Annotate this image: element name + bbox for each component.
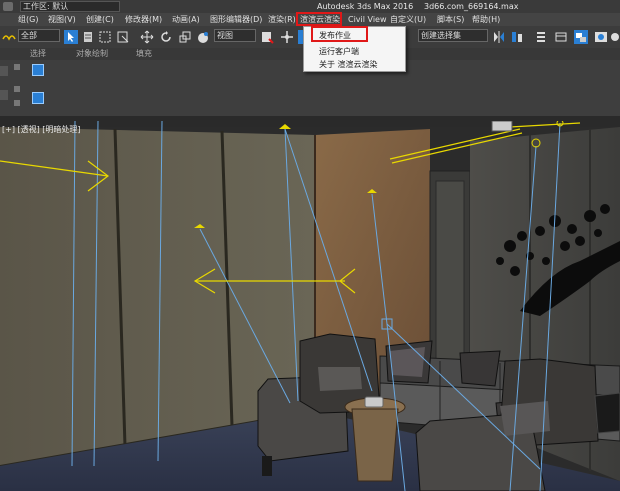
ribbon-dropdown-arrow-icon[interactable] xyxy=(14,86,20,92)
ribbon-toggle-icon[interactable] xyxy=(32,92,44,104)
dropdown-highlight-box xyxy=(311,26,368,42)
menu-help[interactable]: 帮助(H) xyxy=(472,13,500,26)
align-icon[interactable] xyxy=(510,30,524,44)
app-title: Autodesk 3ds Max 2016 xyxy=(317,2,414,11)
app-menu-icon[interactable] xyxy=(3,2,13,11)
material-editor-icon[interactable] xyxy=(594,30,608,44)
menu-item-about[interactable]: 关于 渲渲云渲染 xyxy=(319,60,378,70)
select-by-name-icon[interactable] xyxy=(82,30,96,44)
menu-modifiers[interactable]: 修改器(M) xyxy=(125,13,162,26)
menu-graph-editors[interactable]: 图形编辑器(D) xyxy=(210,13,262,26)
menu-civil-view[interactable]: Civil View xyxy=(348,13,387,26)
workspace-label: 工作区: 默认 xyxy=(23,2,69,11)
reference-coordinate-dropdown[interactable]: 视图 xyxy=(214,29,256,42)
rotate-icon[interactable] xyxy=(159,30,173,44)
camera-icon xyxy=(491,121,513,132)
scale-icon[interactable] xyxy=(178,30,192,44)
ribbon-small-button[interactable] xyxy=(0,66,8,76)
named-selection-value: 创建选择集 xyxy=(421,31,461,40)
schematic-view-icon[interactable] xyxy=(574,30,588,44)
menu-animation[interactable]: 动画(A) xyxy=(172,13,200,26)
reference-coordinate-value: 视图 xyxy=(217,31,233,40)
ribbon-label-selection[interactable]: 选择 xyxy=(30,49,46,59)
menu-rendering[interactable]: 渲染(R) xyxy=(268,13,296,26)
menu-scripting[interactable]: 脚本(S) xyxy=(437,13,464,26)
select-object-icon[interactable] xyxy=(64,30,78,44)
ribbon-label-populate[interactable]: 填充 xyxy=(136,49,152,59)
ribbon-label-object-paint[interactable]: 对象绘制 xyxy=(76,49,108,59)
menu-customize[interactable]: 自定义(U) xyxy=(390,13,426,26)
ribbon-toggle-icon[interactable] xyxy=(32,64,44,76)
selection-filter-dropdown[interactable]: 全部 xyxy=(18,29,60,42)
place-icon[interactable] xyxy=(196,30,210,44)
file-name: 3d66.com_669164.max xyxy=(424,2,519,11)
menu-create[interactable]: 创建(C) xyxy=(86,13,114,26)
perspective-viewport[interactable] xyxy=(0,121,620,491)
menu-item-run-client[interactable]: 运行客户端 xyxy=(319,47,359,57)
menu-view[interactable]: 视图(V) xyxy=(48,13,76,26)
menu-highlight-box xyxy=(296,12,342,26)
window-crossing-icon[interactable] xyxy=(116,30,130,44)
viewport-label[interactable]: [+] [透视] [明暗处理] xyxy=(2,125,81,135)
ribbon-dropdown-arrow-icon[interactable] xyxy=(14,64,20,70)
layer-explorer-icon[interactable] xyxy=(534,30,548,44)
ribbon-small-button[interactable] xyxy=(0,90,8,100)
viewport-scene xyxy=(0,121,620,491)
mirror-icon[interactable] xyxy=(492,30,506,44)
menu-group[interactable]: 组(G) xyxy=(18,13,38,26)
link-icon[interactable] xyxy=(2,30,16,44)
render-setup-icon[interactable] xyxy=(610,30,620,44)
move-icon[interactable] xyxy=(140,30,154,44)
named-selection-dropdown[interactable]: 创建选择集 xyxy=(418,29,488,42)
ribbon-dropdown-arrow-icon[interactable] xyxy=(14,100,20,106)
workspace-selector[interactable]: 工作区: 默认 xyxy=(20,1,120,12)
rect-region-icon[interactable] xyxy=(98,30,112,44)
pivot-icon[interactable] xyxy=(260,30,274,44)
select-manipulate-icon[interactable] xyxy=(280,30,294,44)
selection-filter-value: 全部 xyxy=(21,31,37,40)
ribbon-toggle-icon[interactable] xyxy=(554,30,568,44)
